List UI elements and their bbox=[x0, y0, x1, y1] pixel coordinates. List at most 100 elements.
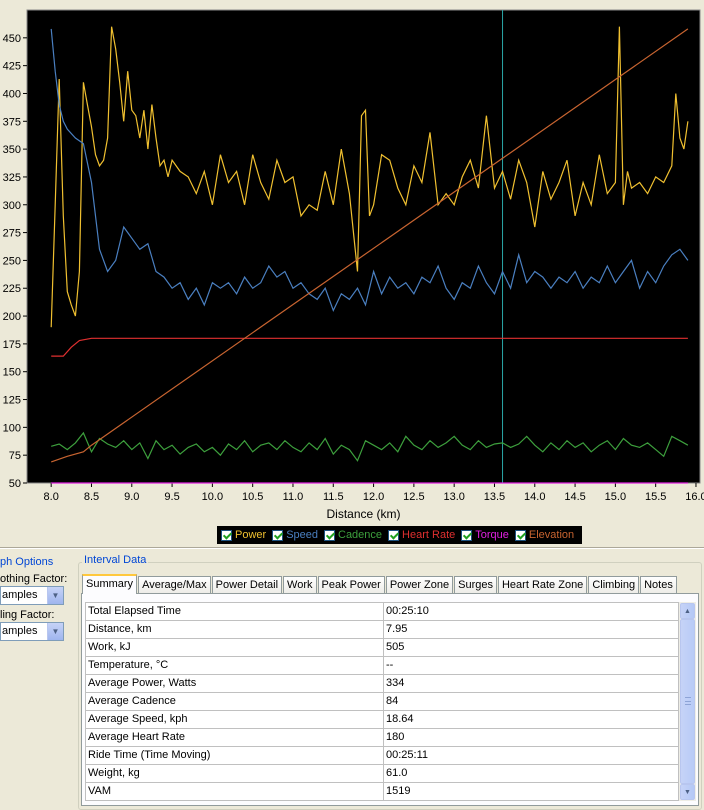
table-row[interactable]: Average Cadence 84 bbox=[86, 693, 679, 711]
x-tick-label: 14.0 bbox=[524, 491, 545, 503]
y-tick-label: 375 bbox=[3, 116, 21, 128]
x-tick-label: 15.5 bbox=[645, 491, 666, 503]
chart-legend: Power Speed Cadence Heart Rate Torque Elevati… bbox=[217, 526, 583, 544]
legend-item-elevation[interactable]: Elevation bbox=[514, 529, 575, 541]
table-row[interactable]: Weight, kg 61.0 bbox=[86, 765, 679, 783]
tab-climbing[interactable]: Climbing bbox=[588, 576, 640, 594]
tab-power-detail[interactable]: Power Detail bbox=[211, 576, 283, 594]
tab-peak-power[interactable]: Peak Power bbox=[317, 576, 385, 594]
legend-label: Cadence bbox=[338, 529, 383, 541]
interval-data-title: Interval Data bbox=[82, 554, 149, 566]
x-axis-label: Distance (km) bbox=[326, 507, 400, 521]
summary-grid: Total Elapsed Time 00:25:10 Distance, km 7.… bbox=[85, 602, 679, 801]
chevron-down-icon[interactable]: ▼ bbox=[47, 587, 63, 604]
tab-power-zone[interactable]: Power Zone bbox=[385, 576, 454, 594]
row-label: Distance, km bbox=[86, 621, 384, 638]
legend-label: Heart Rate bbox=[402, 529, 456, 541]
sampling-factor-select[interactable]: amples ▼ bbox=[0, 622, 64, 641]
tab-average-max[interactable]: Average/Max bbox=[138, 576, 211, 594]
y-tick-label: 325 bbox=[3, 172, 21, 184]
checkbox-icon[interactable] bbox=[388, 529, 400, 541]
x-tick-label: 15.0 bbox=[605, 491, 626, 503]
legend-item-speed[interactable]: Speed bbox=[272, 529, 318, 541]
sampling-factor-label: ling Factor: bbox=[0, 609, 55, 621]
checkbox-icon[interactable] bbox=[514, 529, 526, 541]
checkbox-icon[interactable] bbox=[461, 529, 473, 541]
vertical-scrollbar[interactable]: ▲ ▼ bbox=[679, 602, 696, 801]
row-value: 7.95 bbox=[384, 621, 679, 638]
legend-label: Elevation bbox=[528, 529, 575, 541]
x-tick-label: 11.0 bbox=[283, 491, 304, 503]
y-tick-label: 100 bbox=[3, 422, 21, 434]
y-tick-label: 200 bbox=[3, 311, 21, 323]
legend-item-torque[interactable]: Torque bbox=[461, 529, 509, 541]
table-row[interactable]: Distance, km 7.95 bbox=[86, 621, 679, 639]
x-tick-label: 14.5 bbox=[564, 491, 585, 503]
row-label: VAM bbox=[86, 783, 384, 800]
y-tick-label: 50 bbox=[9, 478, 21, 490]
x-tick-label: 12.0 bbox=[363, 491, 384, 503]
tab-surges[interactable]: Surges bbox=[454, 576, 497, 594]
checkbox-icon[interactable] bbox=[221, 529, 232, 541]
graph-options-panel: ph Options othing Factor: amples ▼ ling … bbox=[0, 556, 72, 810]
legend-item-heart-rate[interactable]: Heart Rate bbox=[388, 529, 455, 541]
table-row[interactable]: Average Heart Rate 180 bbox=[86, 729, 679, 747]
tab-summary[interactable]: Summary bbox=[82, 574, 138, 594]
table-row[interactable]: Temperature, °C -- bbox=[86, 657, 679, 675]
smoothing-factor-value: amples bbox=[2, 589, 38, 601]
chevron-down-icon[interactable]: ▼ bbox=[47, 623, 63, 640]
row-value: 84 bbox=[384, 693, 679, 710]
y-tick-label: 350 bbox=[3, 144, 21, 156]
checkbox-icon[interactable] bbox=[272, 529, 284, 541]
tab-heart-rate-zone[interactable]: Heart Rate Zone bbox=[497, 576, 588, 594]
x-tick-label: 10.0 bbox=[202, 491, 223, 503]
table-row[interactable]: VAM 1519 bbox=[86, 783, 679, 801]
y-tick-label: 450 bbox=[3, 33, 21, 45]
table-row[interactable]: Work, kJ 505 bbox=[86, 639, 679, 657]
legend-item-power[interactable]: Power bbox=[221, 529, 266, 541]
ride-chart[interactable]: 50 75 100 125 150 175 200 225 250 275 300 325 350 375… bbox=[0, 0, 704, 525]
tab-work[interactable]: Work bbox=[283, 576, 317, 594]
row-label: Ride Time (Time Moving) bbox=[86, 747, 384, 764]
table-row[interactable]: Average Power, Watts 334 bbox=[86, 675, 679, 693]
legend-label: Power bbox=[235, 529, 267, 541]
row-label: Temperature, °C bbox=[86, 657, 384, 674]
y-tick-label: 250 bbox=[3, 255, 21, 267]
y-tick-label: 150 bbox=[3, 367, 21, 379]
scrollbar-thumb[interactable] bbox=[680, 619, 695, 784]
table-row[interactable]: Average Speed, kph 18.64 bbox=[86, 711, 679, 729]
interval-data-panel: Interval Data Summary Average/Max Power De… bbox=[78, 554, 704, 810]
row-label: Average Cadence bbox=[86, 693, 384, 710]
checkbox-icon[interactable] bbox=[324, 529, 335, 541]
row-value: -- bbox=[384, 657, 679, 674]
row-value: 1519 bbox=[384, 783, 679, 800]
x-tick-label: 8.0 bbox=[44, 491, 59, 503]
smoothing-factor-select[interactable]: amples ▼ bbox=[0, 586, 64, 605]
x-tick-label: 13.0 bbox=[443, 491, 464, 503]
scroll-down-icon[interactable]: ▼ bbox=[680, 784, 695, 800]
x-tick-label: 9.5 bbox=[164, 491, 179, 503]
legend-label: Speed bbox=[286, 529, 318, 541]
row-label: Average Heart Rate bbox=[86, 729, 384, 746]
y-tick-label: 300 bbox=[3, 200, 21, 212]
y-tick-label: 175 bbox=[3, 339, 21, 351]
table-row[interactable]: Ride Time (Time Moving) 00:25:11 bbox=[86, 747, 679, 765]
y-tick-label: 425 bbox=[3, 61, 21, 73]
x-tick-label: 12.5 bbox=[403, 491, 424, 503]
legend-item-cadence[interactable]: Cadence bbox=[324, 529, 382, 541]
legend-label: Torque bbox=[475, 529, 509, 541]
row-value: 18.64 bbox=[384, 711, 679, 728]
tab-notes[interactable]: Notes bbox=[640, 576, 677, 594]
chart-area: 50 75 100 125 150 175 200 225 250 275 300 325 350 375… bbox=[0, 0, 704, 548]
summary-tab-panel: Total Elapsed Time 00:25:10 Distance, km 7.… bbox=[81, 593, 699, 806]
sampling-factor-value: amples bbox=[2, 625, 38, 637]
y-tick-label: 400 bbox=[3, 88, 21, 100]
y-tick-label: 225 bbox=[3, 283, 21, 295]
x-tick-label: 11.5 bbox=[323, 491, 344, 503]
x-tick-label: 13.5 bbox=[484, 491, 505, 503]
plot-background bbox=[26, 9, 701, 484]
x-tick-label: 8.5 bbox=[84, 491, 99, 503]
splitter[interactable] bbox=[0, 547, 704, 549]
table-row[interactable]: Total Elapsed Time 00:25:10 bbox=[86, 603, 679, 621]
scroll-up-icon[interactable]: ▲ bbox=[680, 603, 695, 619]
